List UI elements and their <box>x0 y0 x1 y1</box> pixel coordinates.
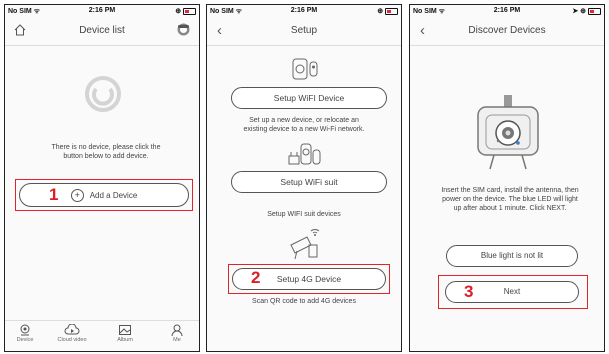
page-title: Device list <box>79 25 125 36</box>
battery-icon: ⊕ <box>377 7 398 15</box>
nav-bar: ‹ Setup <box>207 17 401 46</box>
setup-instructions: Insert the SIM card, install the antenna… <box>441 187 579 212</box>
setup-screen: No SIM ᯤ 2:16 PM ⊕ ‹ Setup Setup WiFI De… <box>206 4 402 352</box>
4g-description: Scan QR code to add 4G devices <box>252 298 356 305</box>
status-time: 2:16 PM <box>88 7 116 14</box>
status-time: 2:16 PM <box>290 7 318 14</box>
setup-wifi-device-button[interactable]: Setup WiFI Device <box>231 87 387 109</box>
wifi-camera-icon <box>291 55 319 88</box>
discover-devices-screen: No SIM ᯤ 2:16 PM ➤ ⊕ ‹ Discover Devices … <box>409 4 605 352</box>
wifi-device-description: Set up a new device, or relocate an exis… <box>243 117 365 133</box>
step-number-1: 1 <box>49 185 59 204</box>
tab-me[interactable]: Me <box>157 324 197 343</box>
4g-camera-illustration <box>474 93 542 180</box>
tab-cloud-video[interactable]: Cloud video <box>52 324 92 343</box>
page-title: Discover Devices <box>468 25 546 36</box>
battery-icon: ⊕ <box>175 7 196 15</box>
battery-icon: ➤ ⊕ <box>572 7 601 15</box>
cloud-icon <box>64 324 80 335</box>
add-device-button[interactable]: + Add a Device <box>19 183 189 207</box>
device-list-screen: No SIM ᯤ 2:16 PM ⊕ Device list There is … <box>4 4 200 352</box>
status-bar: No SIM ᯤ 2:16 PM ⊕ <box>5 5 199 17</box>
blue-light-not-lit-button[interactable]: Blue light is not lit <box>446 245 578 267</box>
support-icon[interactable] <box>176 22 191 42</box>
step-number-2: 2 <box>251 268 261 287</box>
status-bar: No SIM ᯤ 2:16 PM ➤ ⊕ <box>410 5 604 17</box>
tab-bar: Device Cloud video Album Me <box>5 320 199 351</box>
album-icon <box>119 325 131 335</box>
wifi-suit-description: Setup WIFI suit devices <box>267 211 341 218</box>
setup-wifi-suit-button[interactable]: Setup WiFi suit <box>231 171 387 193</box>
plus-icon: + <box>70 189 84 203</box>
tab-album[interactable]: Album <box>105 324 145 343</box>
tab-device[interactable]: Device <box>5 324 45 343</box>
nav-bar: ‹ Discover Devices <box>410 17 604 46</box>
empty-device-icon <box>84 75 122 118</box>
empty-message: There is no device, please click the but… <box>51 144 161 160</box>
page-title: Setup <box>290 25 318 36</box>
nav-bar: Device list <box>5 17 199 46</box>
person-icon <box>171 324 183 336</box>
status-bar: No SIM ᯤ 2:16 PM ⊕ <box>207 5 401 17</box>
step-number-3: 3 <box>464 282 474 301</box>
4g-camera-icon <box>287 225 323 266</box>
wifi-suit-icon <box>287 140 323 173</box>
camera-icon <box>20 324 30 336</box>
